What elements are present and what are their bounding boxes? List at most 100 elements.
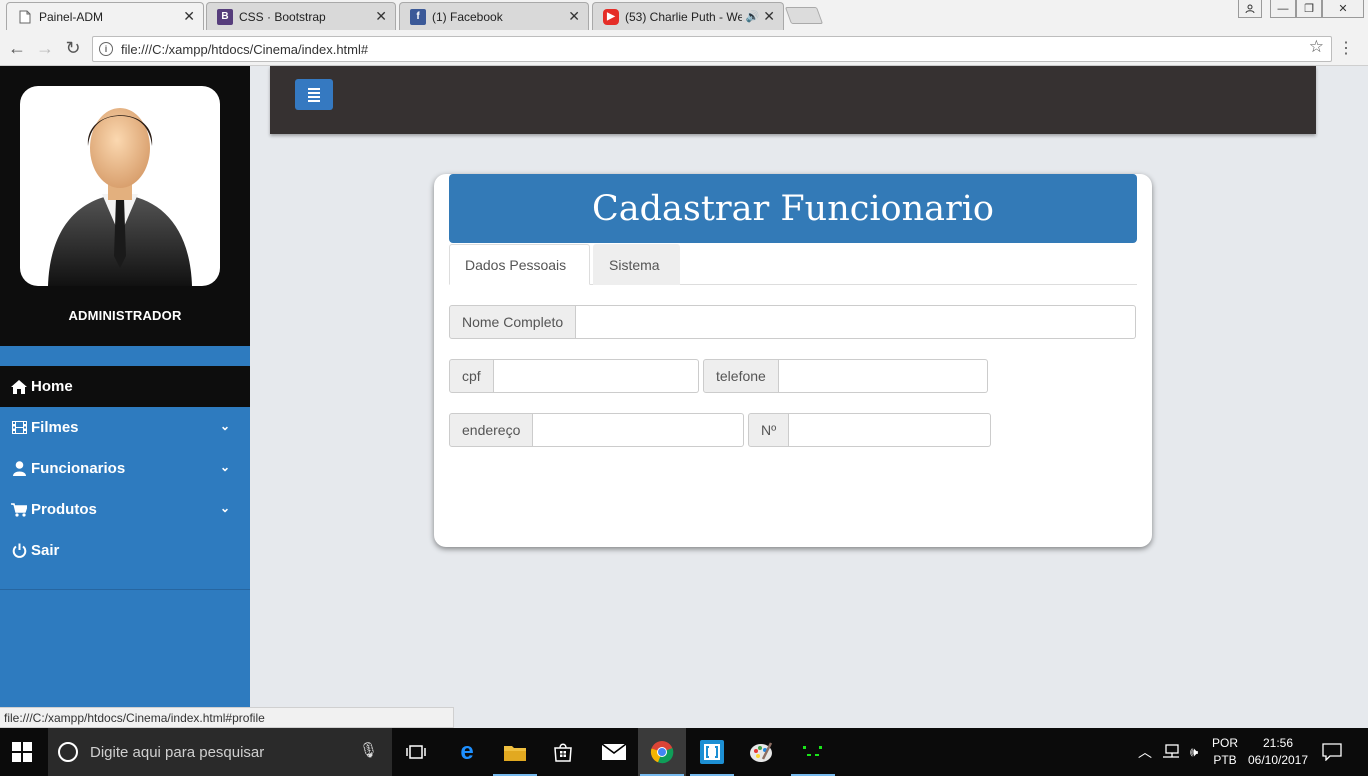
tab-sistema[interactable]: Sistema <box>593 244 680 285</box>
home-icon <box>10 379 28 394</box>
endereco-group: endereço <box>449 413 744 447</box>
microphone-icon[interactable]: 🎙 <box>359 741 378 759</box>
form-title: Cadastrar Funcionario <box>449 174 1137 243</box>
chrome-icon[interactable] <box>638 728 686 776</box>
bookmark-star-icon[interactable]: ☆ <box>1309 37 1324 57</box>
tab-dados-pessoais[interactable]: Dados Pessoais <box>449 244 590 285</box>
sidebar-item-funcionarios[interactable]: Funcionarios ⌄ <box>0 448 250 489</box>
close-tab-icon[interactable]: ✕ <box>763 8 775 25</box>
sidebar-divider <box>0 589 250 590</box>
register-employee-card: Cadastrar Funcionario Dados Pessoais Sis… <box>434 174 1152 547</box>
store-icon[interactable] <box>539 728 587 776</box>
avatar[interactable] <box>20 86 220 286</box>
url-text: file:///C:/xampp/htdocs/Cinema/index.htm… <box>121 41 369 57</box>
sidebar-item-label: Funcionarios <box>31 460 126 477</box>
cpf-group: cpf <box>449 359 699 393</box>
tab-title: CSS · Bootstrap <box>239 9 326 24</box>
chevron-down-icon: ⌄ <box>219 501 230 515</box>
endereco-input[interactable] <box>533 413 744 447</box>
businessman-avatar-icon <box>48 108 192 286</box>
profile-panel: ADMINISTRADOR <box>0 66 250 346</box>
keyboard-layout: PTB <box>1213 753 1237 767</box>
tab-title: Painel-ADM <box>39 9 104 24</box>
telefone-label: telefone <box>703 359 779 393</box>
sidebar: ADMINISTRADOR Home Filmes ⌄ Funcionarios… <box>0 66 250 728</box>
brackets-editor-icon[interactable] <box>688 728 736 776</box>
minimize-button[interactable]: — <box>1270 0 1296 18</box>
link-status-bubble: file:///C:/xampp/htdocs/Cinema/index.htm… <box>0 707 454 728</box>
terminal-app-icon[interactable] <box>789 728 837 776</box>
clock[interactable]: 21:56 06/10/2017 <box>1248 728 1308 776</box>
back-button[interactable]: ← <box>6 38 28 59</box>
taskbar-search-box[interactable]: Digite aqui para pesquisar 🎙 <box>48 728 392 776</box>
language-indicator[interactable]: POR PTB <box>1212 728 1238 776</box>
browser-menu-icon[interactable]: ⋮ <box>1338 38 1354 58</box>
windows-start-icon[interactable] <box>12 742 34 762</box>
nome-completo-input[interactable] <box>576 305 1136 339</box>
volume-icon[interactable]: 🕪 <box>1190 744 1198 760</box>
chevron-down-icon: ⌄ <box>219 419 230 433</box>
sidebar-toggle-button[interactable] <box>295 79 333 110</box>
telefone-input[interactable] <box>778 359 988 393</box>
system-tray: ︿ 🕪 <box>1138 728 1198 776</box>
tab-title: (1) Facebook <box>432 9 503 24</box>
cpf-input[interactable] <box>493 359 699 393</box>
power-icon <box>10 543 28 558</box>
forward-button[interactable]: → <box>34 38 56 59</box>
sidebar-item-label: Sair <box>31 542 60 559</box>
chevron-up-icon[interactable]: ︿ <box>1138 742 1152 762</box>
user-role-label: ADMINISTRADOR <box>68 308 182 323</box>
clock-date: 06/10/2017 <box>1247 753 1309 767</box>
close-window-button[interactable]: ✕ <box>1322 0 1364 18</box>
restore-button[interactable]: ❐ <box>1296 0 1322 18</box>
reload-button[interactable]: ↻ <box>62 38 84 59</box>
sidebar-item-sair[interactable]: Sair <box>0 530 250 571</box>
browser-tab-bootstrap[interactable]: B CSS · Bootstrap ✕ <box>206 2 396 30</box>
sidebar-item-label: Filmes <box>31 419 79 436</box>
telefone-group: telefone <box>703 359 988 393</box>
browser-toolbar: ← → ↻ i file:///C:/xampp/htdocs/Cinema/i… <box>0 32 1368 66</box>
sidebar-item-produtos[interactable]: Produtos ⌄ <box>0 489 250 530</box>
paint-icon[interactable] <box>737 728 785 776</box>
nome-completo-label: Nome Completo <box>449 305 577 339</box>
nome-completo-group: Nome Completo <box>449 305 1136 339</box>
chevron-down-icon: ⌄ <box>219 460 230 474</box>
numero-label: Nº <box>748 413 790 447</box>
numero-input[interactable] <box>789 413 992 447</box>
film-icon <box>10 421 28 434</box>
page-icon <box>17 9 33 25</box>
close-tab-icon[interactable]: ✕ <box>375 8 387 25</box>
facebook-icon: f <box>410 8 426 25</box>
user-icon <box>10 461 28 476</box>
mail-icon[interactable] <box>590 728 638 776</box>
tab-title: (53) Charlie Puth - We <box>625 9 742 24</box>
clock-time: 21:56 <box>1262 736 1294 750</box>
edge-icon[interactable]: e <box>443 728 491 776</box>
network-icon[interactable] <box>1162 743 1180 761</box>
form-tabs: Dados Pessoais Sistema <box>449 243 1137 285</box>
language-code: POR <box>1212 736 1239 750</box>
bootstrap-icon: B <box>217 8 233 25</box>
sidebar-item-label: Home <box>31 378 73 395</box>
profile-icon[interactable] <box>1238 0 1262 18</box>
sidebar-item-filmes[interactable]: Filmes ⌄ <box>0 407 250 448</box>
file-explorer-icon[interactable] <box>491 728 539 776</box>
info-icon[interactable]: i <box>99 42 113 56</box>
sidebar-menu: Home Filmes ⌄ Funcionarios ⌄ Produtos ⌄ <box>0 366 250 571</box>
browser-tab-youtube[interactable]: ▶ (53) Charlie Puth - We 🔊 ✕ <box>592 2 784 30</box>
windows-taskbar: Digite aqui para pesquisar 🎙 e ︿ 🕪 POR P… <box>0 728 1368 776</box>
close-tab-icon[interactable]: ✕ <box>183 8 195 25</box>
action-center-icon[interactable] <box>1322 728 1342 776</box>
cpf-label: cpf <box>449 359 494 393</box>
close-tab-icon[interactable]: ✕ <box>568 8 580 25</box>
youtube-icon: ▶ <box>603 8 619 25</box>
search-placeholder: Digite aqui para pesquisar <box>90 743 265 761</box>
task-view-icon[interactable] <box>392 728 440 776</box>
browser-tab-facebook[interactable]: f (1) Facebook ✕ <box>399 2 589 30</box>
address-bar[interactable]: i file:///C:/xampp/htdocs/Cinema/index.h… <box>92 36 1332 62</box>
new-tab-button[interactable] <box>784 7 824 24</box>
sidebar-item-home[interactable]: Home <box>0 366 250 407</box>
browser-tab-painel-adm[interactable]: Painel-ADM ✕ <box>6 2 204 30</box>
audio-playing-icon[interactable]: 🔊 <box>746 10 760 23</box>
cortana-icon <box>58 742 78 762</box>
